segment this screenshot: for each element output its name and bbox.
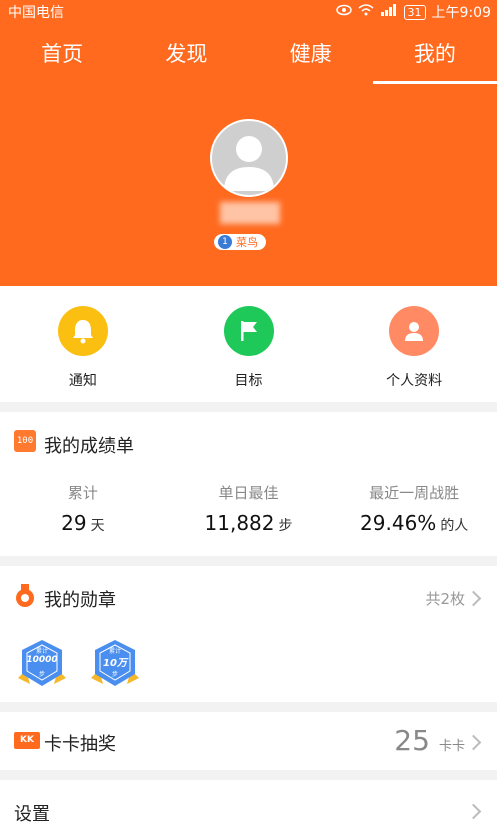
profile-info-button[interactable]: 个人资料 <box>331 286 497 402</box>
medal-line2: 10000 <box>26 655 58 665</box>
person-icon <box>389 306 440 356</box>
goals-button[interactable]: 目标 <box>166 286 332 402</box>
battery-icon: 31 <box>403 4 426 20</box>
stat-label: 最近一周战胜 <box>369 484 460 502</box>
medal-icon <box>14 584 36 612</box>
username-blurred <box>220 202 280 224</box>
tab-health[interactable]: 健康 <box>249 22 373 86</box>
stats-row: 累计 29 天 单日最佳 11,882 步 最近一周战胜 29.46% 的人 <box>0 482 497 535</box>
clock: 上午9:09 <box>431 5 491 21</box>
level-icon: 1 <box>218 235 232 249</box>
flag-icon <box>223 306 274 356</box>
wifi-icon <box>358 4 374 20</box>
profile-info-label: 个人资料 <box>386 373 443 389</box>
medal-badge-100k[interactable]: 累计 10万 步 <box>87 638 143 690</box>
score-report-icon: 100 <box>14 430 36 452</box>
medal-line3: 步 <box>38 671 45 678</box>
medal-line3: 步 <box>111 671 118 678</box>
status-bar: 中国电信 31 上午9:09 <box>0 0 497 22</box>
carrier-name: 中国电信 <box>8 5 64 21</box>
lottery-unit: 卡卡 <box>438 739 465 754</box>
lottery-value: 25 卡卡 <box>394 724 465 757</box>
lottery-points: 25 <box>394 724 430 757</box>
notifications-label: 通知 <box>68 373 97 389</box>
eye-icon <box>335 4 352 20</box>
tab-discover[interactable]: 发现 <box>124 22 248 86</box>
kk-icon: KK <box>14 732 40 749</box>
chevron-right-icon <box>465 734 482 751</box>
scores-title: 我的成绩单 <box>44 436 134 457</box>
medals-title: 我的勋章 <box>44 590 116 611</box>
stat-week-beat: 最近一周战胜 29.46% 的人 <box>331 482 497 535</box>
chevron-right-icon <box>465 590 482 607</box>
stat-label: 单日最佳 <box>218 484 279 502</box>
scores-card[interactable]: 100 我的成绩单 累计 29 天 单日最佳 11,882 步 最近一周战胜 29.… <box>0 412 497 556</box>
lottery-title: 卡卡抽奖 <box>44 734 116 755</box>
quick-actions: 通知 目标 个人资料 <box>0 286 497 402</box>
medals-count: 共2枚 <box>425 590 465 608</box>
battery-level: 31 <box>407 5 422 19</box>
signal-icon <box>380 4 398 20</box>
medal-line2: 10万 <box>103 658 127 669</box>
stat-value: 29.46% <box>360 511 437 535</box>
stat-unit: 的人 <box>440 518 469 534</box>
chevron-right-icon <box>465 803 482 820</box>
tab-home[interactable]: 首页 <box>0 22 124 86</box>
settings-row[interactable]: 设置 <box>0 780 497 833</box>
level-label: 菜鸟 <box>236 236 258 249</box>
medal-badge-10000[interactable]: 累计 10000 步 <box>14 638 70 690</box>
medal-line1: 累计 <box>35 648 48 655</box>
settings-label: 设置 <box>14 804 50 825</box>
stat-unit: 步 <box>278 518 293 534</box>
avatar[interactable] <box>210 119 288 197</box>
stat-best-day: 单日最佳 11,882 步 <box>166 482 332 535</box>
stat-unit: 天 <box>90 518 105 534</box>
stat-total-days: 累计 29 天 <box>0 482 166 535</box>
goals-label: 目标 <box>234 373 263 389</box>
stat-value: 11,882 <box>204 511 275 535</box>
top-tabs: 首页 发现 健康 我的 <box>0 22 497 86</box>
level-badge: 1 菜鸟 <box>214 234 266 250</box>
notifications-button[interactable]: 通知 <box>0 286 166 402</box>
bell-icon <box>57 306 108 356</box>
stat-label: 累计 <box>67 484 98 502</box>
profile-header: 1 菜鸟 <box>0 86 497 286</box>
stat-value: 29 <box>61 511 87 535</box>
lottery-card[interactable]: KK 卡卡抽奖 25 卡卡 <box>0 712 497 770</box>
medals-card[interactable]: 我的勋章 共2枚 累计 10000 步 累计 10万 步 <box>0 566 497 702</box>
tab-me[interactable]: 我的 <box>372 22 497 86</box>
